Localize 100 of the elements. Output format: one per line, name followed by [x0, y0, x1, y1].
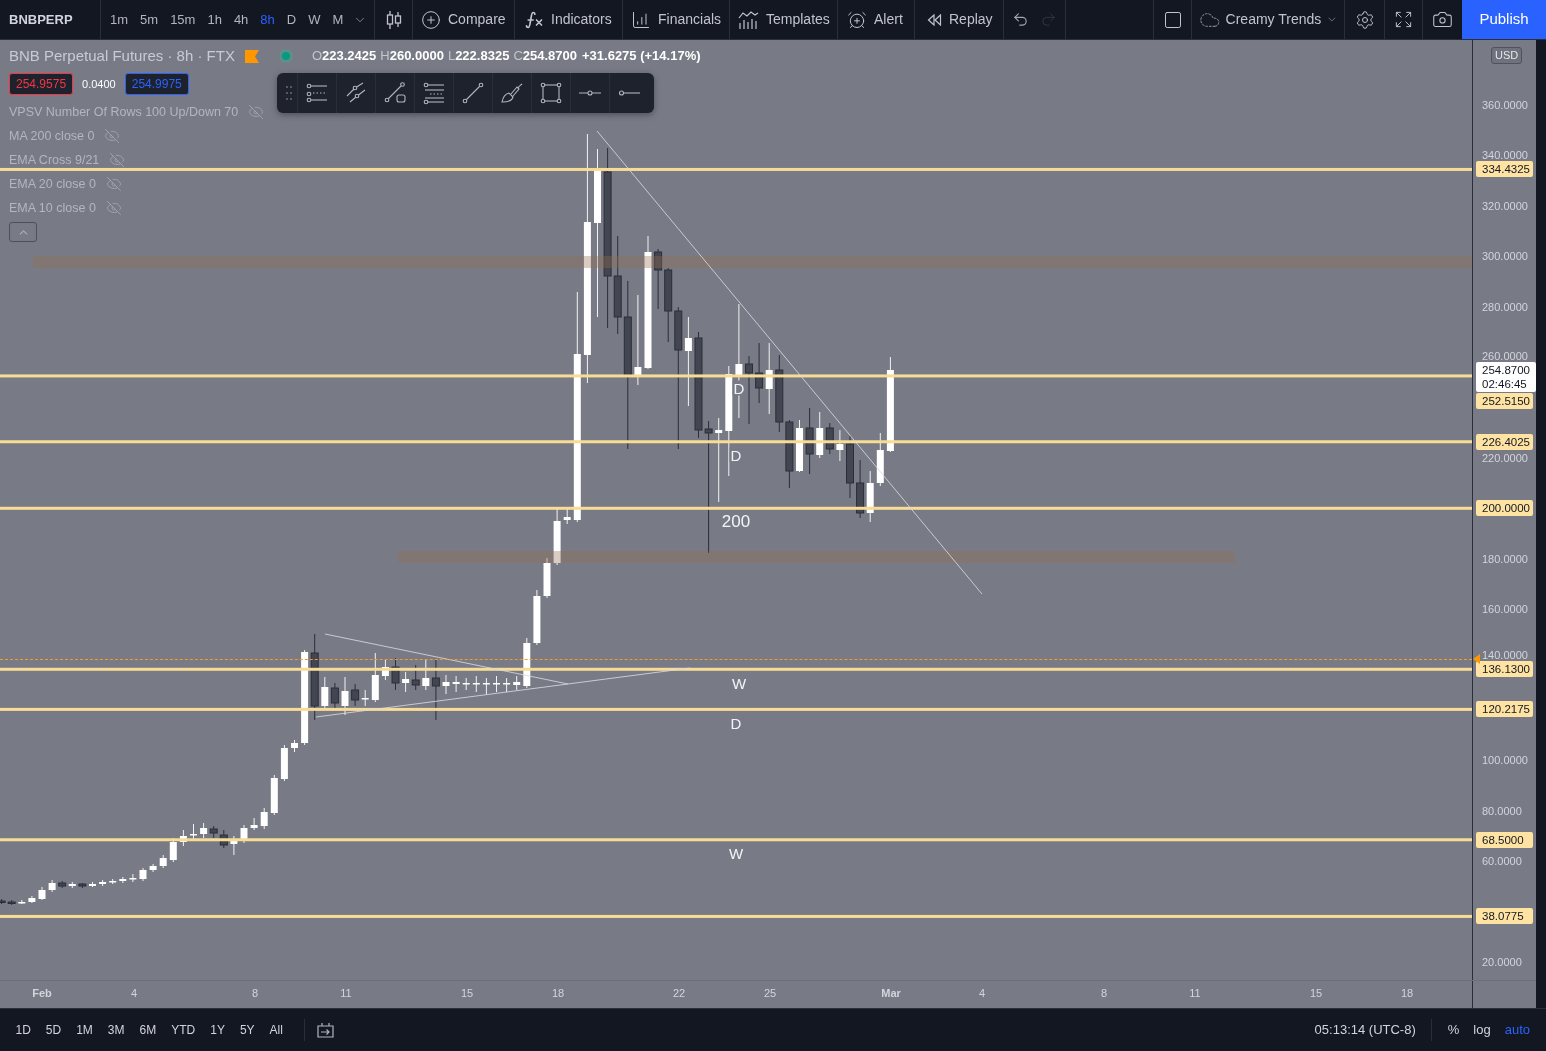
scale-option-button[interactable]: % [1440, 1016, 1467, 1044]
ohlc-label: L [447, 47, 456, 66]
time-tick-label: 18 [551, 987, 565, 1000]
range-button[interactable]: 3M [100, 1016, 133, 1044]
level-price-tag: 136.1300 [1476, 661, 1533, 678]
interval-button[interactable]: 4h [227, 0, 255, 39]
interval-button[interactable]: 8h [254, 0, 281, 39]
price-tick-label: 140.0000 [1482, 649, 1528, 662]
fullscreen-icon [1394, 10, 1413, 29]
ohlc-value: 254.8700 [522, 47, 577, 66]
ohlc-value: 260.0000 [389, 47, 444, 66]
chart-icon [738, 9, 759, 30]
interval-button[interactable]: 5m [134, 0, 165, 39]
price-tick-label: 60.0000 [1482, 855, 1522, 868]
price-tick-label: 280.0000 [1482, 300, 1528, 313]
ohlc-label: H [380, 47, 390, 66]
alert-button[interactable]: Alert [838, 0, 914, 39]
level-price-tag: 68.5000 [1476, 831, 1533, 848]
time-tick-label: 8 [251, 987, 259, 1000]
range-button[interactable]: All [262, 1016, 291, 1044]
interval-button[interactable]: D [280, 0, 303, 39]
trend-line-icon [461, 81, 485, 105]
drag-handle-icon[interactable] [286, 86, 292, 100]
time-tick-label: 11 [340, 987, 352, 1000]
symbol-button[interactable]: BNBPERP [0, 0, 100, 39]
plus-circle-icon [421, 9, 441, 30]
rectangle-icon [539, 81, 563, 105]
camera-icon [1432, 9, 1453, 30]
price-tick-label: 220.0000 [1482, 451, 1528, 464]
rewind-icon [927, 13, 942, 26]
financials-button[interactable]: Financials [623, 0, 729, 39]
parallel-lines-icon [344, 81, 368, 105]
price-tick-label: 100.0000 [1482, 754, 1528, 767]
time-tick-label: 15 [1309, 987, 1323, 1000]
range-button[interactable]: 1M [68, 1016, 101, 1044]
indicators-button[interactable]: Indicators [515, 0, 622, 39]
collapse-button[interactable] [9, 222, 37, 242]
scale-option-button[interactable]: auto [1497, 1016, 1537, 1044]
level-price-tag: 38.0775 [1476, 908, 1533, 925]
chart-annotation: D [732, 380, 746, 396]
range-button[interactable]: YTD [163, 1016, 203, 1044]
horizontal-line-icon [579, 90, 601, 96]
replay-button[interactable]: Replay [915, 0, 1003, 39]
settings-icon [1354, 9, 1375, 30]
bid-price[interactable]: 254.9575 [9, 73, 74, 95]
level-price-tag: 120.2175 [1476, 701, 1533, 718]
interval-button[interactable]: 15m [164, 0, 202, 39]
time-tick-label: 18 [1400, 987, 1414, 1000]
range-button[interactable]: 1D [8, 1016, 39, 1044]
time-tick-label: Feb [32, 987, 52, 1000]
time-tick-label: 15 [460, 987, 474, 1000]
time-tick-label: 11 [1189, 987, 1201, 1000]
clock-time: 05:13:14 (UTC-8) [1314, 1021, 1416, 1040]
time-tick-label: 25 [763, 987, 777, 1000]
alarm-clock-plus-icon [847, 9, 867, 30]
level-price-tag: 252.5150 [1476, 393, 1533, 409]
level-price-tag: 226.4025 [1476, 433, 1533, 450]
horizontal-lines-icon [422, 81, 446, 105]
range-button[interactable]: 5Y [232, 1016, 263, 1044]
level-price-tag: 334.4325 [1476, 161, 1533, 178]
triangle-marker-icon [1473, 654, 1480, 664]
time-tick-label: 8 [1100, 987, 1108, 1000]
compare-button[interactable]: Compare [413, 0, 514, 39]
square-icon [1162, 9, 1183, 30]
interval-button[interactable]: W [302, 0, 327, 39]
price-tick-label: 20.0000 [1482, 956, 1522, 968]
bar-chart-icon [631, 9, 651, 30]
interval-button[interactable]: 1h [201, 0, 228, 39]
publish-button[interactable]: Publish [1462, 0, 1546, 39]
function-icon [524, 9, 544, 30]
ohlc-label: O [311, 47, 323, 66]
price-tick-label: 360.0000 [1482, 99, 1528, 111]
price-change: +31.6275 (+14.17%) [582, 47, 701, 66]
price-tick-label: 180.0000 [1482, 552, 1528, 565]
brush-icon [500, 81, 524, 105]
ohlc-label: C [513, 47, 523, 66]
level-price-tag: 200.0000 [1476, 500, 1533, 517]
interval-button[interactable]: M [326, 0, 350, 39]
price-tick-label: 160.0000 [1482, 603, 1528, 616]
price-tick-label: 80.0000 [1482, 804, 1522, 817]
ohlc-value: 222.8325 [455, 47, 510, 66]
time-tick-label: 4 [130, 987, 138, 1000]
symbol-title: BNB Perpetual Futures · 8h · FTX [9, 45, 235, 66]
interval-button[interactable]: 1m [104, 0, 135, 39]
price-tick-label: 300.0000 [1482, 250, 1528, 263]
channel-lines-icon [305, 81, 329, 105]
candlesticks-icon [385, 9, 402, 30]
ohlc-value: 223.2425 [322, 47, 377, 66]
currency-label[interactable]: USD [1491, 47, 1523, 64]
layout-menu-button[interactable]: Creamy Trends [1192, 0, 1344, 39]
spread-value: 0.0400 [82, 76, 116, 92]
scale-option-button[interactable]: log [1466, 1016, 1498, 1044]
time-tick-label: 4 [978, 987, 986, 1000]
chart-annotation: 200 [720, 512, 752, 530]
range-button[interactable]: 5D [38, 1016, 69, 1044]
templates-button[interactable]: Templates [730, 0, 837, 39]
range-button[interactable]: 6M [132, 1016, 164, 1044]
time-tick-label: Mar [881, 987, 901, 1000]
price-tick-label: 320.0000 [1482, 199, 1528, 212]
range-button[interactable]: 1Y [202, 1016, 233, 1044]
